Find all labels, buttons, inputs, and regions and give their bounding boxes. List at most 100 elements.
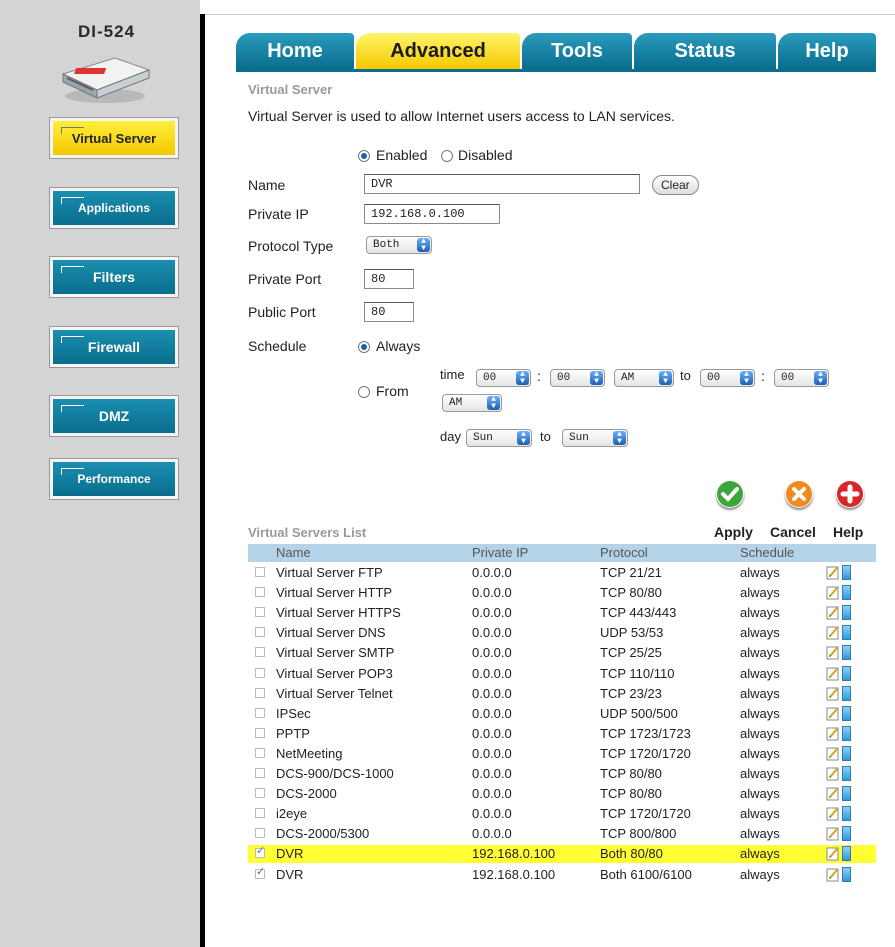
row-schedule: always xyxy=(740,645,780,661)
nav-applications[interactable]: Applications xyxy=(49,187,179,229)
delete-icon[interactable] xyxy=(842,705,851,721)
row-checkbox[interactable] xyxy=(255,687,265,698)
schedule-from-radio[interactable] xyxy=(358,386,370,398)
row-checkbox[interactable] xyxy=(255,607,265,618)
row-checkbox[interactable] xyxy=(255,667,265,678)
nav-filters[interactable]: Filters xyxy=(49,256,179,298)
edit-icon[interactable] xyxy=(826,746,840,761)
row-checkbox[interactable] xyxy=(255,865,265,879)
tab-tools[interactable]: Tools xyxy=(522,33,632,69)
edit-icon[interactable] xyxy=(826,625,840,640)
delete-icon[interactable] xyxy=(842,786,851,802)
delete-icon[interactable] xyxy=(842,625,851,641)
row-checkbox[interactable] xyxy=(255,707,265,718)
cancel-icon[interactable] xyxy=(785,480,813,508)
tab-help[interactable]: Help xyxy=(778,33,876,69)
tab-status[interactable]: Status xyxy=(634,33,776,69)
row-checkbox[interactable] xyxy=(255,747,265,758)
select-arrow-icon: ▲ ▼ xyxy=(487,396,500,411)
edit-icon[interactable] xyxy=(826,726,840,741)
delete-icon[interactable] xyxy=(842,806,851,822)
clear-button[interactable]: Clear xyxy=(652,175,699,195)
apply-icon[interactable] xyxy=(716,480,744,508)
row-schedule: always xyxy=(740,866,780,882)
help-icon[interactable] xyxy=(836,480,864,508)
row-checkbox[interactable] xyxy=(255,587,265,598)
time-from-ampm-select[interactable]: AM ▲ ▼ xyxy=(614,369,674,387)
header-private-ip: Private IP xyxy=(472,545,529,560)
delete-icon[interactable] xyxy=(842,766,851,781)
nav-dmz[interactable]: DMZ xyxy=(49,395,179,437)
delete-icon[interactable] xyxy=(842,665,851,681)
table-row: Virtual Server DNS 0.0.0.0 UDP 53/53 always xyxy=(248,624,876,642)
row-checkbox[interactable] xyxy=(255,844,265,859)
time-to-ampm-select[interactable]: AM ▲ ▼ xyxy=(442,394,502,412)
row-name: Virtual Server Telnet xyxy=(276,685,393,701)
tab-help-label: Help xyxy=(805,39,849,62)
time-to-min-select[interactable]: 00 ▲ ▼ xyxy=(774,369,829,387)
edit-icon[interactable] xyxy=(826,806,840,821)
help-button[interactable]: Help xyxy=(833,524,863,540)
time-to-hour-select[interactable]: 00 ▲ ▼ xyxy=(700,369,755,387)
delete-icon[interactable] xyxy=(842,826,851,842)
row-checkbox[interactable] xyxy=(255,828,265,839)
edit-icon[interactable] xyxy=(826,565,840,580)
table-row: DCS-2000 0.0.0.0 TCP 80/80 always xyxy=(248,785,876,803)
edit-icon[interactable] xyxy=(826,585,840,600)
row-protocol: TCP 110/110 xyxy=(600,665,675,681)
delete-icon[interactable] xyxy=(842,585,851,601)
row-checkbox[interactable] xyxy=(255,627,265,638)
name-field[interactable]: DVR xyxy=(364,174,640,194)
row-checkbox[interactable] xyxy=(255,567,265,577)
day-to-select[interactable]: Sun ▲ ▼ xyxy=(562,429,628,447)
public-port-field[interactable]: 80 xyxy=(364,302,414,322)
private-port-field[interactable]: 80 xyxy=(364,269,414,289)
nav-firewall[interactable]: Firewall xyxy=(49,326,179,368)
select-arrow-icon: ▲ ▼ xyxy=(659,371,672,386)
private-ip-field[interactable]: 192.168.0.100 xyxy=(364,204,500,224)
tab-home[interactable]: Home xyxy=(236,33,354,69)
edit-icon[interactable] xyxy=(826,645,840,660)
delete-icon[interactable] xyxy=(842,846,851,862)
edit-icon[interactable] xyxy=(826,846,840,861)
row-checkbox[interactable] xyxy=(255,727,265,738)
edit-icon[interactable] xyxy=(826,706,840,721)
time-from-hour-select[interactable]: 00 ▲ ▼ xyxy=(476,369,531,387)
nav-performance[interactable]: Performance xyxy=(49,458,179,500)
edit-icon[interactable] xyxy=(826,826,840,841)
edit-icon[interactable] xyxy=(826,686,840,701)
delete-icon[interactable] xyxy=(842,565,851,580)
cancel-button[interactable]: Cancel xyxy=(770,524,816,540)
nav-applications-label: Applications xyxy=(77,201,150,215)
delete-icon[interactable] xyxy=(842,745,851,761)
disabled-label: Disabled xyxy=(458,147,513,163)
delete-icon[interactable] xyxy=(842,645,851,661)
select-arrow-icon: ▲ ▼ xyxy=(740,371,753,386)
nav-virtual-server[interactable]: Virtual Server xyxy=(49,117,179,159)
row-protocol: TCP 1720/1720 xyxy=(600,806,691,822)
delete-icon[interactable] xyxy=(842,725,851,741)
time-from-min-select[interactable]: 00 ▲ ▼ xyxy=(550,369,605,387)
disabled-radio[interactable] xyxy=(441,150,453,162)
protocol-select[interactable]: Both ▲ ▼ xyxy=(366,236,432,254)
row-checkbox[interactable] xyxy=(255,808,265,819)
edit-icon[interactable] xyxy=(826,666,840,681)
apply-button[interactable]: Apply xyxy=(714,524,753,540)
edit-icon[interactable] xyxy=(826,867,840,882)
schedule-always-radio[interactable] xyxy=(358,341,370,353)
table-row: Virtual Server HTTP 0.0.0.0 TCP 80/80 alway… xyxy=(248,584,876,602)
delete-icon[interactable] xyxy=(842,685,851,701)
main-content: Virtual Server Virtual Server is used to… xyxy=(236,72,876,942)
delete-icon[interactable] xyxy=(842,605,851,621)
day-from-select[interactable]: Sun ▲ ▼ xyxy=(466,429,532,447)
row-checkbox[interactable] xyxy=(255,788,265,799)
edit-icon[interactable] xyxy=(826,786,840,801)
tab-advanced[interactable]: Advanced xyxy=(356,33,520,69)
enabled-radio[interactable] xyxy=(358,150,370,162)
edit-icon[interactable] xyxy=(826,766,840,781)
row-checkbox[interactable] xyxy=(255,647,265,658)
row-checkbox[interactable] xyxy=(255,768,265,778)
delete-icon[interactable] xyxy=(842,866,851,882)
row-schedule: always xyxy=(740,585,780,601)
edit-icon[interactable] xyxy=(826,605,840,620)
